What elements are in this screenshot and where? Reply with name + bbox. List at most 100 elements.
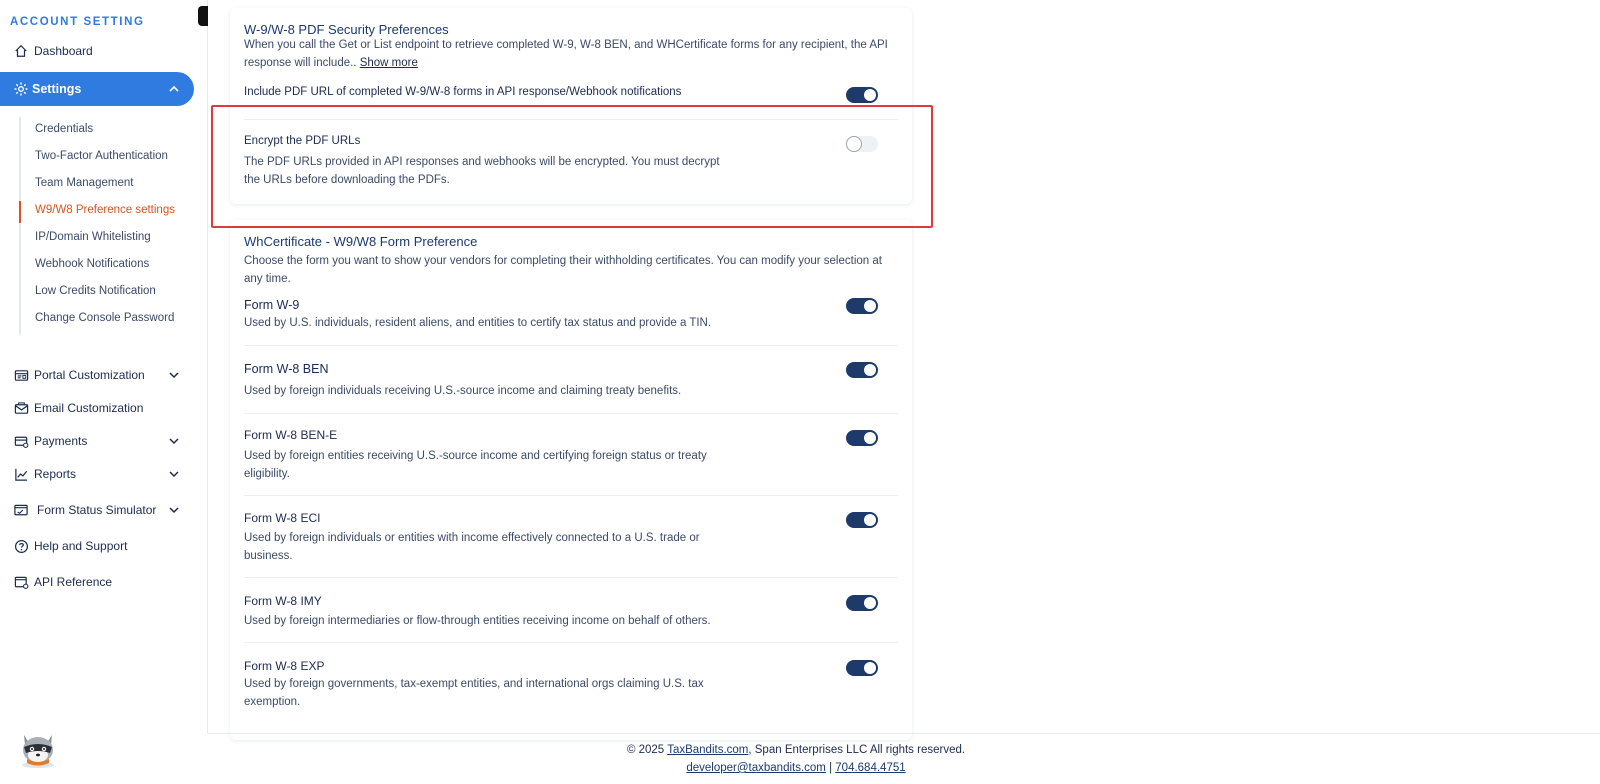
sidebar-collapse-handle[interactable] xyxy=(198,6,208,26)
show-more-link[interactable]: Show more xyxy=(360,57,418,69)
card-description: Choose the form you want to show your ve… xyxy=(244,252,882,288)
divider xyxy=(244,577,898,578)
sidebar-item-label: Reports xyxy=(34,467,77,481)
highlight-box xyxy=(211,105,933,228)
divider xyxy=(244,413,898,414)
form-w8eci-description: Used by foreign individuals or entities … xyxy=(244,529,700,565)
chevron-down-icon[interactable] xyxy=(166,466,182,482)
sidebar-item-dashboard[interactable]: Dashboard xyxy=(0,38,194,64)
form-w9-title: Form W-9 xyxy=(244,298,300,312)
form-w8imy-toggle[interactable] xyxy=(846,595,878,611)
card-title: W-9/W-8 PDF Security Preferences xyxy=(244,22,449,37)
sidebar-item-webhook-notifications[interactable]: Webhook Notifications xyxy=(35,258,149,270)
sidebar-item-label: API Reference xyxy=(34,575,113,589)
form-w8ben-description: Used by foreign individuals receiving U.… xyxy=(244,382,681,400)
form-w9-description: Used by U.S. individuals, resident alien… xyxy=(244,314,711,332)
form-w8eci-title: Form W-8 ECI xyxy=(244,511,321,525)
sidebar-item-credentials[interactable]: Credentials xyxy=(35,123,93,135)
app-root: ACCOUNT SETTING Dashboard Settings Crede… xyxy=(0,0,1600,784)
form-w8exp-toggle[interactable] xyxy=(846,660,878,676)
form-w8imy-description: Used by foreign intermediaries or flow-t… xyxy=(244,612,711,630)
description-line: exemption. xyxy=(244,696,301,708)
sidebar-item-form-status-simulator[interactable]: Form Status Simulator xyxy=(0,497,194,523)
sidebar-item-label: Payments xyxy=(34,434,88,448)
simulator-icon xyxy=(13,502,29,518)
sidebar-item-payments[interactable]: Payments xyxy=(0,428,194,454)
description-line: Used by foreign entities receiving U.S.-… xyxy=(244,450,707,462)
description-line: Choose the form you want to show your ve… xyxy=(244,255,882,267)
sidebar-item-help-support[interactable]: Help and Support xyxy=(0,533,194,559)
copyright-text: © 2025 xyxy=(626,744,668,756)
footer: © 2025 TaxBandits.com, Span Enterprises … xyxy=(208,733,1600,784)
sidebar-item-change-password[interactable]: Change Console Password xyxy=(35,312,174,324)
gear-icon xyxy=(13,81,29,97)
toggle-knob xyxy=(864,300,876,312)
footer-contact: developer@taxbandits.com | 704.684.4751 xyxy=(208,762,1384,774)
mail-icon xyxy=(13,400,29,416)
description-line: When you call the Get or List endpoint t… xyxy=(244,39,888,51)
toggle-knob xyxy=(864,89,876,101)
footer-copyright: © 2025 TaxBandits.com, Span Enterprises … xyxy=(208,744,1384,756)
sidebar-item-label: Email Customization xyxy=(34,401,144,415)
active-indicator xyxy=(19,201,21,223)
mascot-icon[interactable] xyxy=(16,725,60,769)
sidebar-item-api-reference[interactable]: API Reference xyxy=(0,569,194,595)
description-line: Used by foreign individuals or entities … xyxy=(244,532,700,544)
sidebar-item-reports[interactable]: Reports xyxy=(0,461,194,487)
form-w8bene-description: Used by foreign entities receiving U.S.-… xyxy=(244,447,707,483)
phone-link[interactable]: 704.684.4751 xyxy=(835,762,905,774)
sidebar-item-low-credits[interactable]: Low Credits Notification xyxy=(35,285,156,297)
sidebar-item-email-customization[interactable]: Email Customization xyxy=(0,395,194,421)
support-email-link[interactable]: developer@taxbandits.com xyxy=(686,762,826,774)
toggle-knob xyxy=(864,597,876,609)
description-line: Used by U.S. individuals, resident alien… xyxy=(244,317,712,329)
sidebar-item-team-management[interactable]: Team Management xyxy=(35,177,133,189)
form-w8exp-description: Used by foreign governments, tax-exempt … xyxy=(244,675,704,711)
description-line: Used by foreign individuals receiving U.… xyxy=(244,385,682,397)
include-pdf-url-toggle[interactable] xyxy=(846,87,878,103)
sidebar-item-settings[interactable]: Settings xyxy=(0,72,194,106)
sidebar-item-label: Portal Customization xyxy=(34,368,145,382)
card-description: When you call the Get or List endpoint t… xyxy=(244,36,888,72)
sidebar-item-ip-whitelisting[interactable]: IP/Domain Whitelisting xyxy=(35,231,151,243)
description-line: any time. xyxy=(244,273,291,285)
separator: | xyxy=(825,762,836,774)
sidebar-item-label: Dashboard xyxy=(34,44,93,58)
payment-icon xyxy=(13,433,29,449)
toggle-knob xyxy=(864,662,876,674)
copyright-text: , Span Enterprises LLC All rights reserv… xyxy=(748,744,966,756)
description-line: response will include.. Show more xyxy=(244,54,888,72)
sidebar-heading: ACCOUNT SETTING xyxy=(10,16,145,28)
chevron-down-icon[interactable] xyxy=(166,433,182,449)
form-w8ben-toggle[interactable] xyxy=(846,362,878,378)
form-w8eci-toggle[interactable] xyxy=(846,512,878,528)
chevron-down-icon[interactable] xyxy=(166,367,182,383)
taxbandits-link[interactable]: TaxBandits.com xyxy=(667,744,748,756)
chevron-down-icon[interactable] xyxy=(166,502,182,518)
form-w8ben-title: Form W-8 BEN xyxy=(244,362,329,376)
form-w8exp-title: Form W-8 EXP xyxy=(244,659,325,673)
form-w8bene-toggle[interactable] xyxy=(846,430,878,446)
sidebar-item-label: Help and Support xyxy=(34,539,128,553)
description-line: Used by foreign governments, tax-exempt … xyxy=(244,678,704,690)
form-w9-toggle[interactable] xyxy=(846,298,878,314)
description-line: business. xyxy=(244,550,293,562)
description-line: eligibility. xyxy=(244,468,290,480)
divider xyxy=(244,345,898,346)
card-title: WhCertificate - W9/W8 Form Preference xyxy=(244,234,478,249)
chevron-up-icon[interactable] xyxy=(166,81,182,97)
divider xyxy=(244,642,898,643)
layout-icon xyxy=(13,367,29,383)
chart-icon xyxy=(13,466,29,482)
description-line: Used by foreign intermediaries or flow-t… xyxy=(244,615,711,627)
help-icon xyxy=(13,538,29,554)
home-icon xyxy=(13,43,29,59)
sidebar-item-portal-customization[interactable]: Portal Customization xyxy=(0,362,194,388)
toggle-knob xyxy=(864,514,876,526)
sidebar-item-w9w8-preferences[interactable]: W9/W8 Preference settings xyxy=(35,204,175,216)
sidebar-item-label: Form Status Simulator xyxy=(37,503,157,517)
form-w8imy-title: Form W-8 IMY xyxy=(244,594,322,608)
sidebar-item-two-factor[interactable]: Two-Factor Authentication xyxy=(35,150,168,162)
toggle-knob xyxy=(864,432,876,444)
sidebar: ACCOUNT SETTING Dashboard Settings Crede… xyxy=(0,0,208,733)
